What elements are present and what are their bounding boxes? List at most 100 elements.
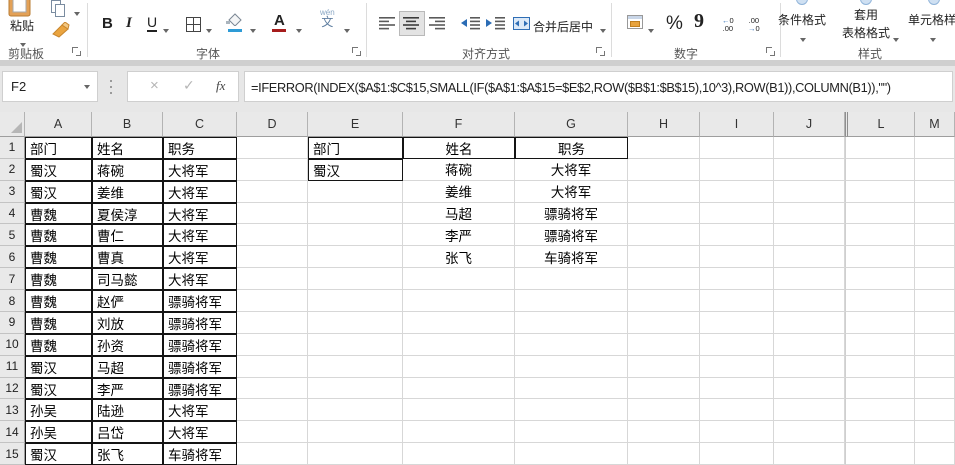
paste-button[interactable]: 粘贴 <box>10 17 34 34</box>
format-as-table-button[interactable]: 套用 <box>854 6 878 23</box>
cell-M7[interactable] <box>915 268 955 290</box>
cell-styles-chevron[interactable] <box>930 31 936 49</box>
cell-G1[interactable]: 职务 <box>515 137 628 159</box>
comma-style-icon[interactable]: 9 <box>694 10 704 33</box>
cell-I10[interactable] <box>700 334 774 356</box>
cell-F13[interactable] <box>403 399 515 421</box>
cell-D12[interactable] <box>237 378 308 400</box>
cell-L8[interactable] <box>848 290 915 312</box>
cell-M8[interactable] <box>915 290 955 312</box>
cell-D6[interactable] <box>237 246 308 268</box>
cell-G4[interactable]: 骠骑将军 <box>515 203 628 225</box>
cell-M11[interactable] <box>915 356 955 378</box>
cell-styles-button[interactable]: 单元格样式 <box>908 11 955 28</box>
cell-E8[interactable] <box>308 290 403 312</box>
row-header-12[interactable]: 12 <box>0 378 25 400</box>
cell-D5[interactable] <box>237 224 308 246</box>
col-header-E[interactable]: E <box>308 112 403 137</box>
cell-H1[interactable] <box>628 137 700 159</box>
cell-J10[interactable] <box>774 334 845 356</box>
cell-M5[interactable] <box>915 224 955 246</box>
phonetic-guide-button[interactable]: wén 文 <box>320 8 335 27</box>
cell-L14[interactable] <box>848 421 915 443</box>
cell-H12[interactable] <box>628 378 700 400</box>
cell-E3[interactable] <box>308 181 403 203</box>
align-right-icon[interactable] <box>429 16 447 35</box>
col-header-D[interactable]: D <box>237 112 308 137</box>
cell-A4[interactable]: 曹魏 <box>25 203 92 225</box>
cell-D10[interactable] <box>237 334 308 356</box>
borders-dropdown-chevron[interactable] <box>206 22 212 40</box>
cell-I13[interactable] <box>700 399 774 421</box>
format-painter-icon[interactable] <box>50 22 70 44</box>
cell-C10[interactable]: 骠骑将军 <box>163 334 237 356</box>
format-as-table-chevron[interactable] <box>893 31 899 49</box>
cancel-icon[interactable]: × <box>150 77 159 94</box>
row-header-8[interactable]: 8 <box>0 290 25 312</box>
row-header-11[interactable]: 11 <box>0 356 25 378</box>
row-header-15[interactable]: 15 <box>0 443 25 465</box>
col-header-F[interactable]: F <box>403 112 515 137</box>
cell-A2[interactable]: 蜀汉 <box>25 159 92 181</box>
cell-G9[interactable] <box>515 312 628 334</box>
cell-E7[interactable] <box>308 268 403 290</box>
cell-E13[interactable] <box>308 399 403 421</box>
cell-H11[interactable] <box>628 356 700 378</box>
cell-B13[interactable]: 陆逊 <box>92 399 163 421</box>
bold-button[interactable]: B <box>102 15 113 32</box>
cell-H2[interactable] <box>628 159 700 181</box>
cell-H10[interactable] <box>628 334 700 356</box>
cell-B5[interactable]: 曹仁 <box>92 224 163 246</box>
row-header-2[interactable]: 2 <box>0 159 25 181</box>
col-header-B[interactable]: B <box>92 112 163 137</box>
conditional-format-chevron[interactable] <box>800 31 806 49</box>
cell-I9[interactable] <box>700 312 774 334</box>
cell-J6[interactable] <box>774 246 845 268</box>
cell-C9[interactable]: 骠骑将军 <box>163 312 237 334</box>
cell-F4[interactable]: 马超 <box>403 203 515 225</box>
cell-D8[interactable] <box>237 290 308 312</box>
cell-L3[interactable] <box>848 181 915 203</box>
cell-B2[interactable]: 蒋碗 <box>92 159 163 181</box>
cell-L7[interactable] <box>848 268 915 290</box>
col-header-J[interactable]: J <box>774 112 845 137</box>
cell-B3[interactable]: 姜维 <box>92 181 163 203</box>
cell-D11[interactable] <box>237 356 308 378</box>
fill-color-dropdown-chevron[interactable] <box>250 22 256 40</box>
cell-F1[interactable]: 姓名 <box>403 137 515 159</box>
col-header-I[interactable]: I <box>700 112 774 137</box>
cell-I4[interactable] <box>700 203 774 225</box>
cell-M1[interactable] <box>915 137 955 159</box>
cell-G13[interactable] <box>515 399 628 421</box>
cell-J15[interactable] <box>774 443 845 465</box>
cell-D14[interactable] <box>237 421 308 443</box>
cell-L2[interactable] <box>848 159 915 181</box>
cell-E5[interactable] <box>308 224 403 246</box>
cell-C14[interactable]: 大将军 <box>163 421 237 443</box>
cell-G8[interactable] <box>515 290 628 312</box>
cell-F10[interactable] <box>403 334 515 356</box>
font-dialog-launcher-icon[interactable] <box>352 47 362 57</box>
cell-J14[interactable] <box>774 421 845 443</box>
cell-I12[interactable] <box>700 378 774 400</box>
cell-H14[interactable] <box>628 421 700 443</box>
cell-F6[interactable]: 张飞 <box>403 246 515 268</box>
cell-D7[interactable] <box>237 268 308 290</box>
row-header-14[interactable]: 14 <box>0 421 25 443</box>
phonetic-dropdown-chevron[interactable] <box>344 22 350 40</box>
cell-I6[interactable] <box>700 246 774 268</box>
cell-I3[interactable] <box>700 181 774 203</box>
align-center-icon[interactable] <box>403 16 421 35</box>
cell-E15[interactable] <box>308 443 403 465</box>
cell-F11[interactable] <box>403 356 515 378</box>
col-header-L[interactable]: L <box>848 112 915 137</box>
cell-H4[interactable] <box>628 203 700 225</box>
row-header-9[interactable]: 9 <box>0 312 25 334</box>
merge-center-button[interactable]: 合并后居中 <box>533 18 593 35</box>
borders-icon[interactable] <box>186 17 201 32</box>
cell-L4[interactable] <box>848 203 915 225</box>
cell-A9[interactable]: 曹魏 <box>25 312 92 334</box>
cell-B11[interactable]: 马超 <box>92 356 163 378</box>
cell-E10[interactable] <box>308 334 403 356</box>
clipboard-dialog-launcher-icon[interactable] <box>72 47 82 57</box>
